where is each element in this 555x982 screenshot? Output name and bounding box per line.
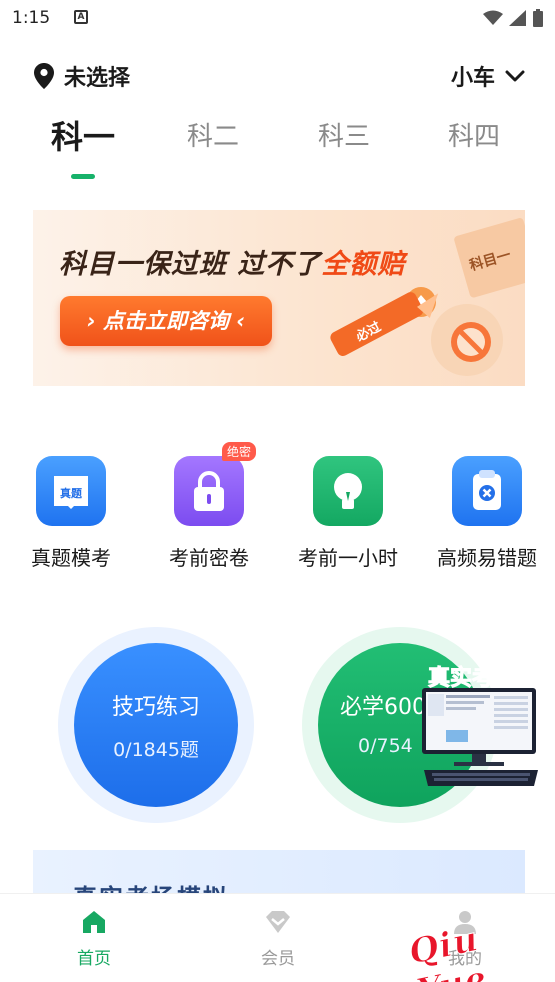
- book-icon: 真题: [36, 456, 106, 526]
- quick-actions: 真题 真题模考 绝密 考前密卷 考前一小时 高频易错题: [0, 440, 555, 580]
- skill-practice-button[interactable]: 技巧练习 0/1845题: [74, 643, 238, 807]
- quick-action-frequent-errors[interactable]: 高频易错题: [417, 456, 555, 571]
- quick-action-real-exam[interactable]: 真题 真题模考: [1, 456, 141, 571]
- tab-subject-1[interactable]: 科一: [38, 112, 128, 158]
- home-icon: [83, 911, 105, 933]
- quick-action-label: 考前一小时: [298, 546, 398, 570]
- status-time: 1:15: [12, 8, 51, 28]
- nav-membership-label: 会员: [261, 949, 295, 969]
- promo-banner[interactable]: 科目一保过班 过不了全额赔 › 点击立即咨询 ‹ 科目一 必过: [33, 210, 525, 386]
- battery-icon: [533, 9, 543, 27]
- status-bar: 1:15 A: [0, 0, 555, 36]
- vehicle-type-selector[interactable]: 小车: [451, 60, 525, 92]
- location-label: 未选择: [64, 66, 131, 91]
- nav-home-label: 首页: [77, 949, 111, 969]
- must-learn-title: 必学600: [340, 695, 426, 720]
- skill-practice-progress: 0/1845题: [113, 739, 199, 761]
- close-badge-icon: [452, 456, 522, 526]
- top-secret-badge: 绝密: [221, 442, 256, 461]
- notification-icon: A: [74, 10, 88, 24]
- tab-subject-3[interactable]: 科三: [299, 116, 389, 153]
- quick-action-one-hour[interactable]: 考前一小时: [278, 456, 418, 571]
- lock-icon: 绝密: [174, 442, 256, 526]
- quick-action-label: 考前密卷: [169, 546, 249, 570]
- subject-tabs: 科一 科二 科三 科四: [0, 110, 555, 185]
- header: 未选择 小车: [0, 52, 555, 98]
- location-selector[interactable]: 未选择: [34, 60, 130, 92]
- banner-illustration: 科目一 必过: [330, 218, 525, 376]
- location-pin-icon: [34, 63, 54, 89]
- book-icon-text: 真题: [60, 486, 83, 500]
- diamond-icon: [266, 911, 290, 933]
- tab-subject-4[interactable]: 科四: [429, 116, 519, 153]
- chevron-down-icon: [505, 70, 525, 82]
- wifi-icon: [483, 10, 503, 25]
- must-learn-progress: 0/754: [358, 735, 413, 757]
- quick-action-label: 真题模考: [31, 546, 111, 570]
- status-icons: [483, 9, 543, 27]
- lightbulb-icon: [313, 456, 383, 526]
- vehicle-type-label: 小车: [450, 66, 495, 91]
- consult-button[interactable]: › 点击立即咨询 ‹: [60, 296, 272, 346]
- nav-home[interactable]: 首页: [49, 908, 139, 969]
- nav-membership[interactable]: 会员: [233, 908, 323, 969]
- active-tab-indicator: [71, 174, 95, 179]
- home-screen: 1:15 A 未选择 小车 科一 科二 科三 科四 科目一保过班 过不了全额赔 …: [0, 0, 555, 982]
- quick-action-label: 高频易错题: [437, 546, 537, 570]
- computer-icon: [422, 688, 538, 786]
- signal-icon: [509, 10, 526, 26]
- tab-subject-2[interactable]: 科二: [168, 116, 258, 153]
- quick-action-secret-paper[interactable]: 绝密 考前密卷: [139, 442, 279, 571]
- real-exam-simulation-card[interactable]: 真实考场模拟: [33, 850, 525, 898]
- real-exam-floating-button[interactable]: 真实考场: [420, 660, 542, 792]
- skill-practice-title: 技巧练习: [111, 695, 200, 720]
